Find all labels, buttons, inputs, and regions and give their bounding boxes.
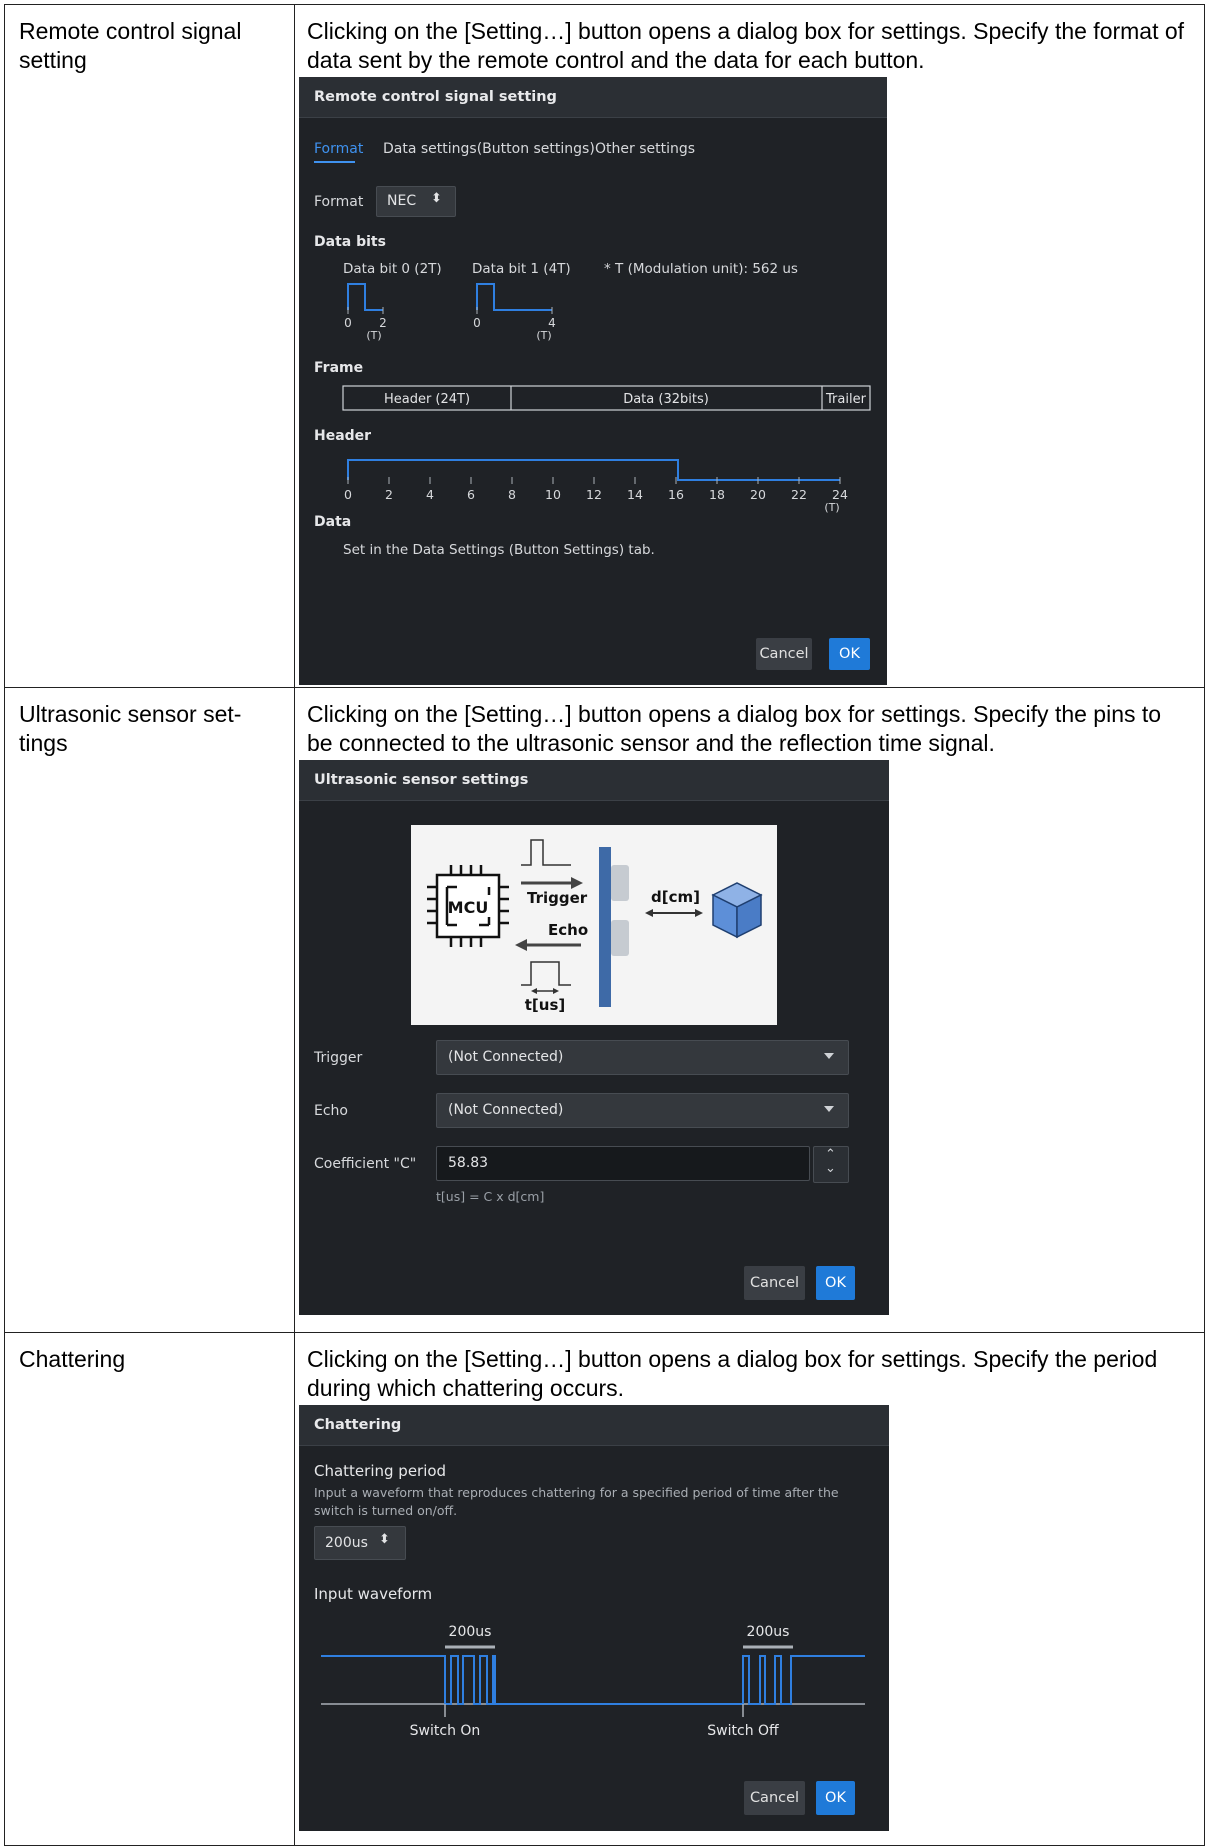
description-cell: Clicking on the [Setting…] button opens … bbox=[294, 687, 1205, 1333]
sensor-transducer-bottom bbox=[611, 920, 629, 956]
chevron-down-icon[interactable]: ⌄ bbox=[825, 1161, 836, 1176]
bit1-unit: (T) bbox=[536, 329, 551, 342]
echo-select[interactable]: (Not Connected) bbox=[436, 1093, 849, 1128]
data-heading: Data bbox=[314, 514, 351, 530]
echo-select-value: (Not Connected) bbox=[448, 1102, 564, 1118]
header-waveform: 0 2 4 6 8 10 12 14 16 18 20 22 24 bbox=[344, 459, 848, 502]
sensor-diagram: MCU Trigger Echo t[us] d[cm] bbox=[427, 839, 763, 1014]
formula-hint: t[us] = C x d[cm] bbox=[436, 1189, 545, 1204]
bit1-tick-0: 0 bbox=[473, 316, 481, 330]
chevron-down-icon bbox=[824, 1053, 834, 1059]
label-cell: Ultrasonic sensor set-tings bbox=[4, 687, 295, 1333]
mcu-label: MCU bbox=[448, 898, 489, 917]
description-cell: Clicking on the [Setting…] button opens … bbox=[294, 4, 1205, 688]
chattering-dialog: Chattering Chattering period Input a wav… bbox=[299, 1405, 889, 1831]
echo-text: Echo bbox=[548, 921, 588, 939]
row-label: Remote control signal setting bbox=[19, 18, 242, 73]
trigger-select-value: (Not Connected) bbox=[448, 1049, 564, 1065]
header-tick-label: 0 bbox=[344, 487, 352, 502]
duration-right-label: 200us bbox=[747, 1624, 790, 1640]
chevron-down-icon bbox=[824, 1106, 834, 1112]
echo-arrow-icon bbox=[515, 939, 527, 951]
switch-off-label: Switch Off bbox=[707, 1723, 779, 1739]
frame-trailer-cell: Trailer bbox=[825, 392, 867, 407]
data-note: Set in the Data Settings (Button Setting… bbox=[343, 542, 655, 558]
ultrasonic-dialog: Ultrasonic sensor settings MCU Trigger E… bbox=[299, 760, 889, 1315]
document-page: Remote control signal setting Clicking o… bbox=[4, 4, 1205, 1846]
chattering-waveform bbox=[321, 1655, 865, 1705]
frame-header-cell: Header (24T) bbox=[384, 392, 470, 407]
header-tick-label: 8 bbox=[508, 487, 516, 502]
time-text: t[us] bbox=[525, 996, 566, 1014]
switch-on-label: Switch On bbox=[410, 1723, 481, 1739]
echo-pulse bbox=[521, 961, 571, 986]
description-cell: Clicking on the [Setting…] button opens … bbox=[294, 1332, 1205, 1846]
row-description: Clicking on the [Setting…] button opens … bbox=[307, 1346, 1158, 1401]
cancel-button[interactable]: Cancel bbox=[756, 638, 812, 670]
label-cell: Remote control signal setting bbox=[4, 4, 295, 688]
trigger-pulse bbox=[521, 839, 571, 866]
bit0-unit: (T) bbox=[366, 329, 381, 342]
object-cube-icon bbox=[711, 882, 763, 939]
coefficient-label: Coefficient "C" bbox=[314, 1156, 417, 1172]
header-tick-label: 16 bbox=[668, 487, 684, 502]
header-tick-label: 2 bbox=[385, 487, 393, 502]
trigger-label: Trigger bbox=[314, 1050, 363, 1066]
row-label: Ultrasonic sensor set-tings bbox=[19, 701, 242, 756]
header-tick-label: 24 bbox=[832, 487, 848, 502]
frame-diagram: Header (24T) Data (32bits) Trailer bbox=[342, 385, 871, 411]
frame-heading: Frame bbox=[314, 360, 363, 376]
table-row-ultrasonic: Ultrasonic sensor set-tings Clicking on … bbox=[4, 687, 1205, 1333]
table-row-remote: Remote control signal setting Clicking o… bbox=[4, 4, 1205, 688]
header-tick-label: 20 bbox=[750, 487, 766, 502]
coefficient-value: 58.83 bbox=[448, 1155, 489, 1171]
bit0-tick-2: 2 bbox=[379, 316, 387, 330]
header-tick-label: 4 bbox=[426, 487, 434, 502]
header-tick-label: 6 bbox=[467, 487, 475, 502]
settings-table: Remote control signal setting Clicking o… bbox=[4, 4, 1205, 1846]
header-tick-label: 22 bbox=[791, 487, 807, 502]
cancel-button[interactable]: Cancel bbox=[744, 1781, 805, 1815]
label-cell: Chattering bbox=[4, 1332, 295, 1846]
distance-text: d[cm] bbox=[651, 888, 700, 906]
header-unit: (T) bbox=[824, 501, 839, 514]
coefficient-stepper[interactable]: ⌃ ⌄ bbox=[813, 1146, 849, 1183]
row-label: Chattering bbox=[19, 1346, 126, 1372]
echo-label: Echo bbox=[314, 1103, 348, 1119]
remote-waveforms: 0 2 (T) 0 4 (T) Frame Header (24T) Data … bbox=[314, 283, 871, 558]
chevron-up-icon[interactable]: ⌃ bbox=[825, 1147, 836, 1162]
coefficient-input[interactable]: 58.83 bbox=[436, 1146, 810, 1181]
sensor-transducer-top bbox=[611, 865, 629, 901]
cancel-button[interactable]: Cancel bbox=[744, 1266, 805, 1300]
dialog-title: Ultrasonic sensor settings bbox=[299, 760, 889, 801]
header-tick-label: 10 bbox=[545, 487, 561, 502]
trigger-select[interactable]: (Not Connected) bbox=[436, 1040, 849, 1075]
sensor-board bbox=[599, 847, 611, 1007]
row-description: Clicking on the [Setting…] button opens … bbox=[307, 18, 1185, 73]
ok-button[interactable]: OK bbox=[816, 1266, 855, 1300]
ok-button[interactable]: OK bbox=[816, 1781, 855, 1815]
input-waveform-chart: 200us 200us Switch On Switch Off bbox=[321, 1624, 865, 1739]
trigger-text: Trigger bbox=[527, 889, 588, 907]
bit1-tick-4: 4 bbox=[548, 316, 556, 330]
row-description: Clicking on the [Setting…] button opens … bbox=[307, 701, 1162, 756]
bit0-waveform: 0 2 (T) bbox=[344, 283, 387, 342]
frame-data-cell: Data (32bits) bbox=[623, 392, 709, 407]
header-tick-label: 18 bbox=[709, 487, 725, 502]
remote-control-dialog: Remote control signal setting Format Dat… bbox=[299, 77, 887, 685]
bit0-tick-0: 0 bbox=[344, 316, 352, 330]
header-tick-label: 14 bbox=[627, 487, 643, 502]
header-heading: Header bbox=[314, 428, 371, 444]
bit1-waveform: 0 4 (T) bbox=[473, 283, 556, 342]
header-tick-label: 12 bbox=[586, 487, 602, 502]
sensor-illustration: MCU Trigger Echo t[us] d[cm] bbox=[411, 825, 777, 1025]
ok-button[interactable]: OK bbox=[829, 638, 870, 670]
duration-left-label: 200us bbox=[449, 1624, 492, 1640]
table-row-chattering: Chattering Clicking on the [Setting…] bu… bbox=[4, 1332, 1205, 1846]
trigger-arrow-icon bbox=[571, 877, 583, 889]
